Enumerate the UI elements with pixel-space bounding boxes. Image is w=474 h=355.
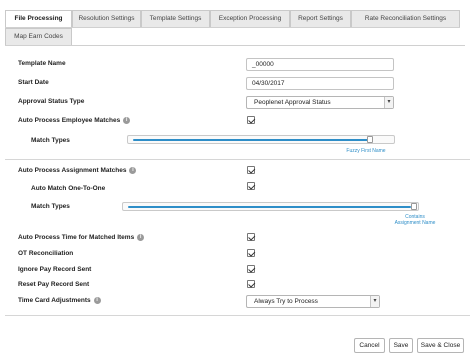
time-card-adjustments-value: Always Try to Process [254, 298, 318, 305]
cancel-button[interactable]: Cancel [354, 338, 385, 353]
approval-status-type-label: Approval Status Type [18, 98, 85, 105]
auto-process-employee-matches-checkbox[interactable] [247, 116, 255, 124]
employee-match-types-slider-fill [133, 139, 369, 141]
auto-match-one-to-one-label: Auto Match One-To-One [31, 185, 106, 192]
assignment-match-types-slider[interactable] [122, 202, 419, 211]
ignore-pay-record-sent-checkbox[interactable] [247, 265, 255, 273]
ot-reconciliation-label: OT Reconciliation [18, 250, 74, 257]
tab-resolution-settings[interactable]: Resolution Settings [72, 10, 141, 27]
tab-rate-reconciliation-settings[interactable]: Rate Reconciliation Settings [351, 10, 460, 27]
start-date-input[interactable]: 04/30/2017 [246, 77, 394, 90]
start-date-label: Start Date [18, 79, 49, 86]
time-card-adjustments-text: Time Card Adjustments [18, 297, 91, 305]
reset-pay-record-sent-checkbox[interactable] [247, 280, 255, 288]
employee-match-types-slider-handle[interactable] [367, 136, 373, 143]
tab-file-processing[interactable]: File Processing [5, 10, 72, 28]
ignore-pay-record-sent-label: Ignore Pay Record Sent [18, 266, 92, 273]
auto-process-assignment-matches-text: Auto Process Assignment Matches [18, 167, 127, 175]
assignment-match-types-slider-handle[interactable] [411, 203, 417, 210]
info-icon[interactable]: i [93, 297, 101, 304]
ot-reconciliation-checkbox[interactable] [247, 249, 255, 257]
auto-match-one-to-one-checkbox[interactable] [247, 182, 255, 190]
tab-row-divider [5, 27, 460, 28]
save-button[interactable]: Save [389, 338, 413, 353]
info-icon[interactable]: i [137, 234, 145, 241]
assignment-match-types-caption: Contains Assignment Name [394, 214, 436, 226]
footer-divider [5, 315, 470, 316]
tab-exception-processing[interactable]: Exception Processing [210, 10, 290, 27]
auto-process-assignment-matches-label: Auto Process Assignment Matches i [18, 167, 137, 175]
tab-report-settings[interactable]: Report Settings [290, 10, 351, 27]
employee-match-types-slider[interactable] [127, 135, 395, 144]
template-name-label: Template Name [18, 60, 66, 67]
template-name-input[interactable]: _00000 [246, 58, 394, 71]
auto-process-employee-matches-text: Auto Process Employee Matches [18, 117, 121, 125]
save-and-close-button[interactable]: Save & Close [417, 338, 464, 353]
chevron-down-icon: ▾ [384, 97, 393, 108]
chevron-down-icon: ▾ [370, 296, 379, 307]
section-divider [5, 159, 470, 160]
tab-map-earn-codes[interactable]: Map Earn Codes [5, 28, 72, 45]
employee-match-types-caption: Fuzzy First Name [346, 148, 386, 154]
auto-process-time-label: Auto Process Time for Matched Items i [18, 234, 145, 242]
tab-template-settings[interactable]: Template Settings [141, 10, 210, 27]
info-icon[interactable]: i [129, 167, 137, 174]
tab-bar-underline [5, 45, 465, 46]
assignment-match-types-label: Match Types [31, 203, 70, 210]
auto-process-employee-matches-label: Auto Process Employee Matches i [18, 117, 131, 125]
info-icon[interactable]: i [123, 117, 131, 124]
auto-process-time-text: Auto Process Time for Matched Items [18, 234, 135, 242]
approval-status-type-select[interactable]: Peoplenet Approval Status ▾ [246, 96, 394, 109]
auto-process-time-checkbox[interactable] [247, 233, 255, 241]
employee-match-types-label: Match Types [31, 137, 70, 144]
assignment-match-types-slider-fill [128, 206, 411, 208]
approval-status-type-value: Peoplenet Approval Status [254, 99, 331, 106]
time-card-adjustments-label: Time Card Adjustments i [18, 297, 101, 304]
time-card-adjustments-select[interactable]: Always Try to Process ▾ [246, 295, 380, 308]
reset-pay-record-sent-label: Reset Pay Record Sent [18, 281, 90, 288]
auto-process-assignment-matches-checkbox[interactable] [247, 166, 255, 174]
